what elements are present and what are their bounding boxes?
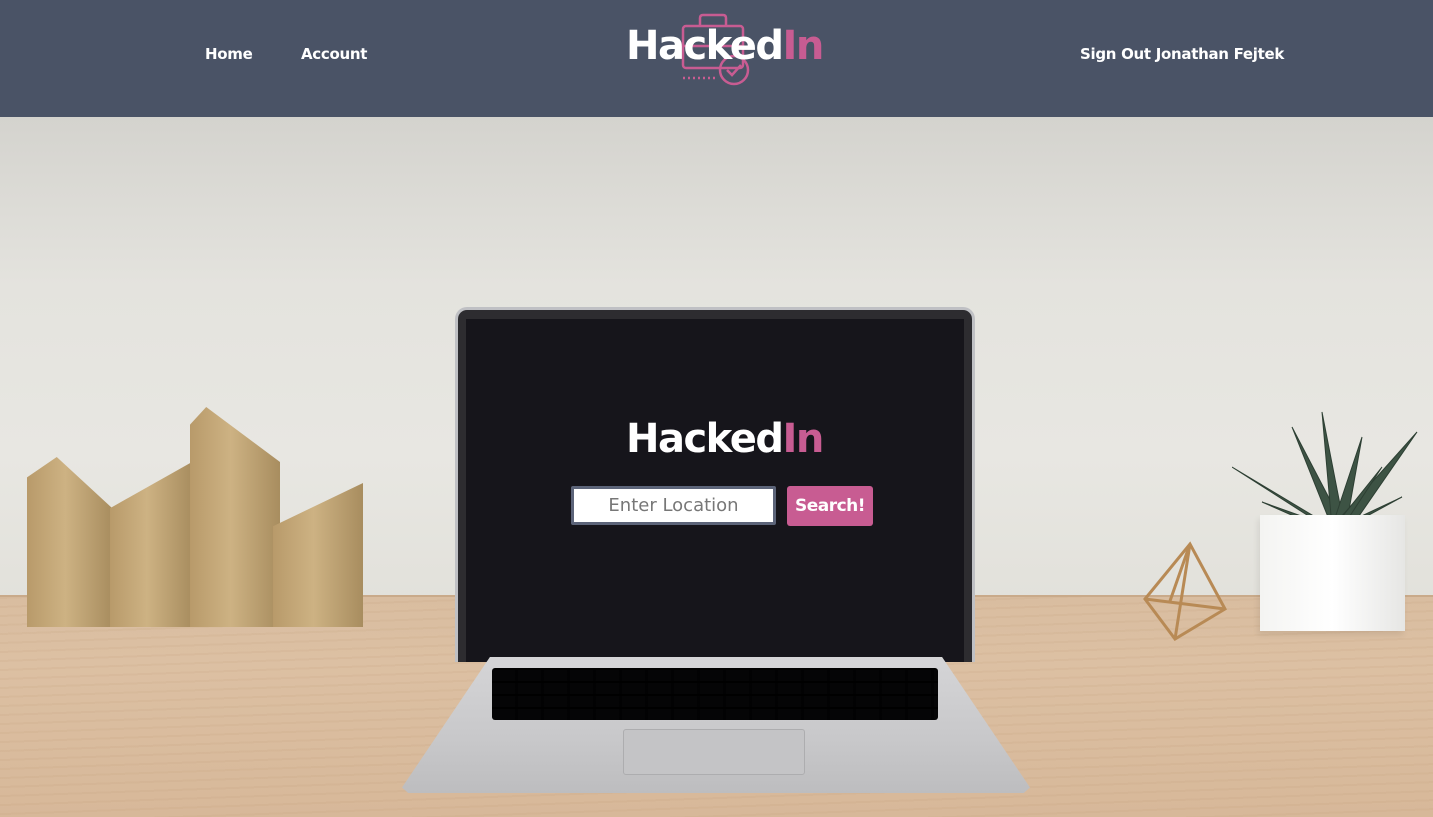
hero-title-in: In	[782, 416, 824, 462]
hero-title-hacked: Hacked	[626, 416, 784, 462]
location-input[interactable]	[571, 486, 776, 525]
brand-wordmark: HackedIn	[626, 22, 824, 70]
brand-logo[interactable]: HackedIn	[626, 8, 826, 88]
laptop-keyboard	[492, 668, 938, 720]
nav-signout-link[interactable]: Sign Out Jonathan Fejtek	[1080, 45, 1284, 63]
laptop-screen-frame	[455, 307, 975, 662]
nav-home-link[interactable]: Home	[205, 45, 253, 63]
laptop-trackpad	[623, 729, 805, 775]
brand-name-hacked: Hacked	[626, 23, 784, 69]
nav-account-link[interactable]: Account	[301, 45, 367, 63]
page: Home Account HackedIn Sign Out Jonathan …	[0, 0, 1433, 817]
geometric-ornament	[1143, 541, 1227, 641]
plant-pot	[1260, 515, 1405, 631]
hero-section: HackedIn Search!	[0, 117, 1433, 817]
hero-title: HackedIn	[626, 415, 824, 463]
search-button[interactable]: Search!	[787, 486, 873, 526]
brand-name-in: In	[782, 23, 824, 69]
top-navbar: Home Account HackedIn Sign Out Jonathan …	[0, 0, 1433, 117]
